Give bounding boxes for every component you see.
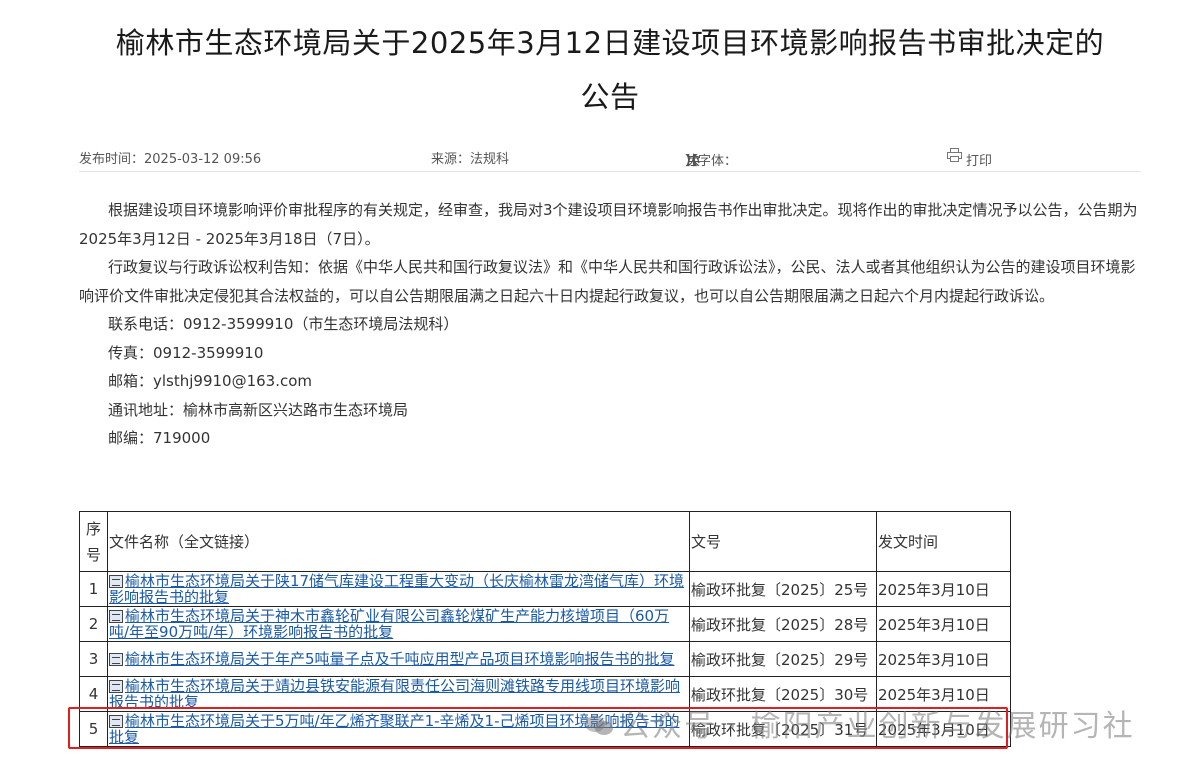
issue-date: 2025年3月10日 <box>876 606 1011 642</box>
document-icon <box>108 610 123 623</box>
document-number: 榆政环批复〔2025〕28号 <box>689 606 877 642</box>
paragraph-rights-notice: 行政复议与行政诉讼权利告知：依据《中华人民共和国行政复议法》和《中华人民共和国行… <box>79 258 1136 305</box>
contact-fax: 传真：0912-3599910 <box>108 343 264 362</box>
document-link-cell: 榆林市生态环境局关于年产5吨量子点及千吨应用型产品项目环境影响报告书的批复 <box>106 641 691 677</box>
document-link[interactable]: 榆林市生态环境局关于靖边县铁安能源有限责任公司海则滩铁路专用线项目环境影响报告书… <box>109 677 680 711</box>
document-icon <box>108 715 123 728</box>
issue-date: 2025年3月10日 <box>876 676 1011 712</box>
table-row: 5 榆林市生态环境局关于5万吨/年乙烯齐聚联产1-辛烯及1-己烯项目环境影响报告… <box>79 711 1011 747</box>
font-size-bracket: 】 <box>685 154 699 169</box>
issue-date: 2025年3月10日 <box>876 641 1011 677</box>
document-link-cell: 榆林市生态环境局关于陕17储气库建设工程重大变动（长庆榆林雷龙湾储气库）环境影响… <box>106 571 691 607</box>
paragraph-review-notice: 根据建设项目环境影响评价审批程序的有关规定，经审查，我局对3个建设项目环境影响报… <box>79 201 1138 248</box>
article-body: 根据建设项目环境影响评价审批程序的有关规定，经审查，我局对3个建设项目环境影响报… <box>79 196 1145 453</box>
row-number: 5 <box>79 711 108 747</box>
header-document-name: 文件名称（全文链接） <box>106 511 691 572</box>
source: 来源：法规科 <box>431 152 510 167</box>
document-icon <box>108 575 123 588</box>
contact-phone: 联系电话：0912-3599910（市生态环境局法规科） <box>108 315 459 333</box>
document-link[interactable]: 榆林市生态环境局关于陕17储气库建设工程重大变动（长庆榆林雷龙湾储气库）环境影响… <box>109 572 684 606</box>
document-link[interactable]: 榆林市生态环境局关于5万吨/年乙烯齐聚联产1-辛烯及1-己烯项目环境影响报告书的… <box>109 712 680 746</box>
issue-date: 2025年3月10日 <box>876 711 1011 747</box>
approval-documents-table: 序号 文件名称（全文链接） 文号 发文时间 1 榆林市生态环境局关于陕17储气库… <box>79 511 1011 747</box>
contact-address: 通讯地址：榆林市高新区兴达路市生态环境局 <box>108 400 409 419</box>
table-row: 1 榆林市生态环境局关于陕17储气库建设工程重大变动（长庆榆林雷龙湾储气库）环境… <box>79 571 1011 607</box>
document-link[interactable]: 榆林市生态环境局关于年产5吨量子点及千吨应用型产品项目环境影响报告书的批复 <box>125 650 675 668</box>
table-header-row: 序号 文件名称（全文链接） 文号 发文时间 <box>79 511 1011 572</box>
contact-postcode: 邮编：719000 <box>108 429 211 447</box>
row-number: 1 <box>79 571 108 607</box>
document-icon <box>108 653 123 666</box>
document-link-cell: 榆林市生态环境局关于靖边县铁安能源有限责任公司海则滩铁路专用线项目环境影响报告书… <box>106 676 691 712</box>
printer-icon <box>947 148 962 162</box>
row-number: 2 <box>79 606 108 642</box>
row-number: 3 <box>79 641 108 677</box>
header-document-number: 文号 <box>689 511 877 572</box>
document-link-cell: 榆林市生态环境局关于神木市鑫轮矿业有限公司鑫轮煤矿生产能力核增项目（60万吨/年… <box>106 606 691 642</box>
row-number: 4 <box>79 676 108 712</box>
print-label: 打印 <box>966 154 993 169</box>
document-number: 榆政环批复〔2025〕25号 <box>689 571 877 607</box>
document-icon <box>108 680 123 693</box>
page-title: 榆林市生态环境局关于2025年3月12日建设项目环境影响报告书审批决定的公告 <box>115 26 1105 114</box>
document-number: 榆政环批复〔2025〕31号 <box>689 711 877 747</box>
document-number: 榆政环批复〔2025〕30号 <box>689 676 877 712</box>
publish-date: 发布时间：2025-03-12 09:56 <box>79 152 262 167</box>
document-number: 榆政环批复〔2025〕29号 <box>689 641 877 677</box>
table-row: 2 榆林市生态环境局关于神木市鑫轮矿业有限公司鑫轮煤矿生产能力核增项目（60万吨… <box>79 606 1011 642</box>
table-row: 3 榆林市生态环境局关于年产5吨量子点及千吨应用型产品项目环境影响报告书的批复 … <box>79 641 1011 677</box>
article-meta-bar: 发布时间：2025-03-12 09:56 来源：法规科 【字体：大 中 小】 … <box>79 146 1141 172</box>
document-link-cell: 榆林市生态环境局关于5万吨/年乙烯齐聚联产1-辛烯及1-己烯项目环境影响报告书的… <box>106 711 691 747</box>
contact-email: 邮箱：ylsthj9910@163.com <box>108 372 313 390</box>
document-link[interactable]: 榆林市生态环境局关于神木市鑫轮矿业有限公司鑫轮煤矿生产能力核增项目（60万吨/年… <box>109 607 669 641</box>
header-serial-number: 序号 <box>79 511 108 572</box>
header-issue-date: 发文时间 <box>876 511 1011 572</box>
issue-date: 2025年3月10日 <box>876 571 1011 607</box>
table-row: 4 榆林市生态环境局关于靖边县铁安能源有限责任公司海则滩铁路专用线项目环境影响报… <box>79 676 1011 712</box>
print-button[interactable]: 打印 <box>947 148 992 169</box>
